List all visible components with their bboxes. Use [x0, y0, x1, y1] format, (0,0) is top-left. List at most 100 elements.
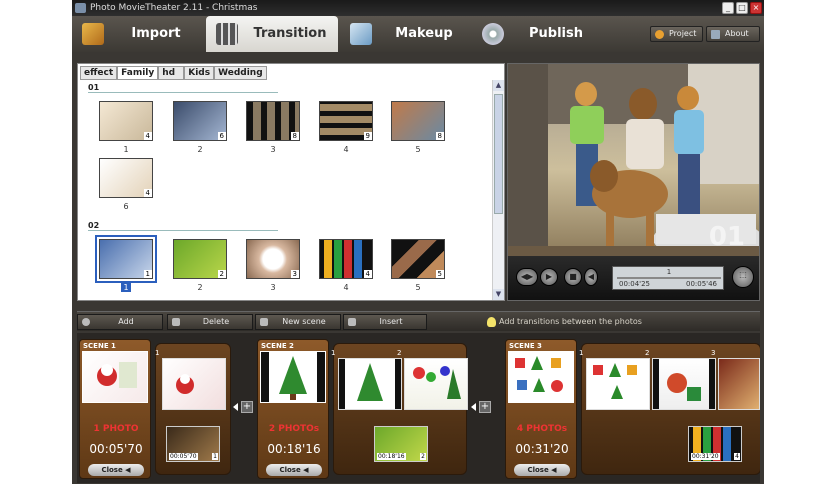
close-label: Close	[101, 466, 123, 474]
add-scene-button[interactable]: +	[241, 401, 253, 413]
photo-slot[interactable]: 1	[579, 349, 650, 410]
thumb-label: 3	[270, 145, 276, 154]
category-tab-family[interactable]: Family	[117, 66, 159, 80]
photo-strip: 1 2 3 00:31'20 4	[579, 343, 760, 475]
scene-card[interactable]: SCENE 3 4 PHOTOs 00:31'20 Close ◀	[505, 339, 577, 479]
photo-slot[interactable]: 3	[711, 349, 760, 410]
close-scene-button[interactable]: Close ◀	[514, 464, 570, 476]
thumb-label: 2	[197, 283, 203, 292]
transition-thumb[interactable]: 2 2	[172, 239, 228, 292]
category-tab-effect[interactable]: effect	[80, 66, 118, 80]
transition-thumb[interactable]: 4 4	[318, 239, 374, 292]
thumb-label: 3	[270, 283, 276, 292]
transition-thumb[interactable]: 5 5	[390, 239, 446, 292]
scrollbar-thumb[interactable]	[494, 94, 503, 214]
section-label: 02	[88, 221, 100, 230]
add-scene-button[interactable]: +	[479, 401, 491, 413]
current-time: 00:04'25	[619, 280, 651, 288]
transition-slot[interactable]: 00:18'16 2	[374, 426, 428, 462]
transition-icon	[216, 23, 238, 45]
thumb-label: 1	[123, 145, 129, 154]
scroll-up-icon[interactable]: ▲	[493, 80, 504, 91]
hint-label: Add transitions between the photos	[499, 317, 642, 326]
add-button[interactable]: Add	[77, 314, 163, 330]
slot-number: 2	[397, 349, 402, 357]
scene-label: SCENE 1	[83, 342, 116, 350]
new-scene-button[interactable]: New scene	[255, 314, 341, 330]
transition-time: 00:05'70	[169, 453, 198, 460]
thumb-label: 4	[343, 145, 349, 154]
about-button[interactable]: About	[706, 26, 760, 42]
scene-label: SCENE 2	[261, 342, 294, 350]
slot-number: 2	[645, 349, 650, 357]
delete-button[interactable]: Delete	[167, 314, 253, 330]
transition-time: 00:31'20	[691, 453, 720, 460]
transition-slot[interactable]: 00:05'70 1	[166, 426, 220, 462]
scene-duration: 00:18'16	[267, 442, 321, 456]
thumb-count: 3	[290, 270, 299, 278]
photo-strip: 1 2 00:18'16 2	[331, 343, 468, 475]
slot-number: 1	[331, 349, 336, 357]
thumb-label: 2	[197, 145, 203, 154]
transition-thumb[interactable]: 9 4	[318, 101, 374, 154]
minimize-button[interactable]: _	[722, 2, 734, 14]
transition-thumb[interactable]: 6 2	[172, 101, 228, 154]
category-tab-kids[interactable]: Kids	[184, 66, 215, 80]
close-scene-button[interactable]: Close ◀	[266, 464, 322, 476]
library-scrollbar[interactable]: ▲ ▼	[492, 80, 504, 300]
photo-slot[interactable]: 1	[331, 349, 402, 410]
thumb-label: 5	[415, 283, 421, 292]
thumb-count: 9	[363, 132, 372, 140]
photo-slot[interactable]: 1	[155, 349, 226, 410]
tab-makeup-label: Makeup	[395, 26, 453, 41]
rewind-icon[interactable]: ◀▶	[516, 268, 538, 286]
volume-icon[interactable]: ◀	[584, 268, 598, 286]
tab-transition[interactable]: Transition	[206, 16, 338, 52]
play-icon[interactable]: ▶	[540, 268, 558, 286]
thumb-count: 1	[143, 270, 152, 278]
thumb-count: 8	[290, 132, 299, 140]
tab-import-label: Import	[131, 26, 181, 41]
transition-thumb-selected[interactable]: 1 1	[95, 235, 157, 293]
tab-makeup[interactable]: Makeup	[340, 16, 472, 52]
timeline-track[interactable]	[617, 277, 721, 279]
tab-publish[interactable]: Publish	[472, 16, 604, 52]
insert-button[interactable]: Insert	[343, 314, 427, 330]
thumb-count: 4	[363, 270, 372, 278]
category-tab-wedding[interactable]: Wedding	[214, 66, 267, 80]
preview-timeline[interactable]: 1 00:04'25 00:05'46	[612, 266, 724, 290]
scroll-down-icon[interactable]: ▼	[493, 289, 504, 300]
info-icon	[711, 30, 720, 39]
photo-slot[interactable]: 2	[645, 349, 716, 410]
stop-icon[interactable]: ■	[564, 268, 582, 286]
tab-import[interactable]: Import	[72, 16, 204, 52]
gear-icon	[655, 30, 664, 39]
maximize-button[interactable]: □	[736, 2, 748, 14]
scene-thumbnail	[260, 351, 326, 403]
disc-icon	[482, 23, 504, 45]
window-title: Photo MovieTheater 2.11 - Christmas	[90, 3, 258, 13]
project-button[interactable]: Project	[650, 26, 704, 42]
project-button-label: Project	[669, 29, 697, 38]
transition-slot[interactable]: 00:31'20 4	[688, 426, 742, 462]
fullscreen-icon[interactable]: ⬚	[732, 266, 754, 288]
transition-thumb[interactable]: 8 5	[390, 101, 446, 154]
new-scene-button-label: New scene	[282, 317, 326, 326]
tab-publish-label: Publish	[529, 26, 583, 41]
category-tab-hd[interactable]: hd	[158, 66, 185, 80]
storyboard: SCENE 1 1 PHOTO 00:05'70 Close ◀ 1 00:05…	[77, 333, 760, 483]
transition-thumb[interactable]: 4 1	[98, 101, 154, 154]
scene-card[interactable]: SCENE 2 2 PHOTOs 00:18'16 Close ◀	[257, 339, 329, 479]
thumb-count: 5	[435, 270, 444, 278]
photo-count: 2 PHOTOs	[268, 424, 320, 434]
app-window: Photo MovieTheater 2.11 - Christmas _ □ …	[72, 0, 764, 484]
scene-card[interactable]: SCENE 1 1 PHOTO 00:05'70 Close ◀	[79, 339, 151, 479]
close-scene-button[interactable]: Close ◀	[88, 464, 144, 476]
transition-thumb[interactable]: 8 3	[245, 101, 301, 154]
photo-slot[interactable]: 2	[397, 349, 468, 410]
add-icon	[82, 318, 90, 326]
transition-thumb[interactable]: 4 6	[98, 158, 154, 211]
lightbulb-icon	[487, 317, 496, 327]
transition-thumb[interactable]: 3 3	[245, 239, 301, 292]
close-button[interactable]: ×	[750, 2, 762, 14]
